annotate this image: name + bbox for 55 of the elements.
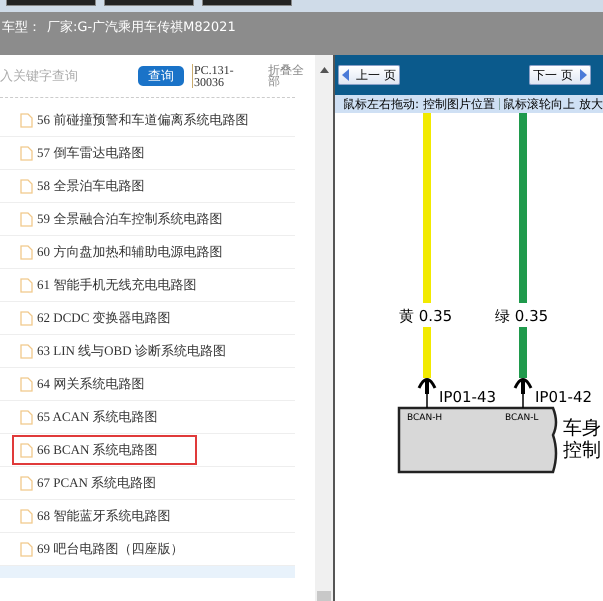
document-icon	[20, 410, 33, 424]
signal-label: BCAN-L	[505, 413, 538, 423]
scroll-up-icon[interactable]	[320, 67, 328, 73]
document-icon	[20, 178, 33, 194]
document-icon	[20, 376, 33, 392]
document-list-item[interactable]: 67 PCAN 系统电路图	[12, 468, 197, 498]
document-list-item[interactable]: 56 前碰撞预警和车道偏离系统电路图	[12, 105, 256, 135]
document-icon	[20, 542, 33, 556]
document-icon	[20, 112, 33, 128]
model-value: 厂家:G-广汽乘用车传祺M82021	[47, 19, 236, 37]
connector-pin-icon	[418, 378, 436, 408]
document-icon	[20, 278, 33, 292]
document-list-item[interactable]: 69 吧台电路图（四座版）	[12, 534, 197, 564]
top-button[interactable]	[202, 0, 292, 6]
wire-label: 黄 0.35	[399, 307, 452, 325]
document-list-item[interactable]: 57 倒车雷达电路图	[12, 138, 197, 168]
document-list-item[interactable]: 63 LIN 线与OBD 诊断系统电路图	[12, 336, 234, 366]
document-icon	[20, 508, 33, 524]
document-icon	[20, 244, 33, 260]
top-button[interactable]	[104, 0, 194, 6]
document-list-item[interactable]: 58 全景泊车电路图	[12, 171, 197, 201]
wire-label: 绿 0.35	[495, 307, 548, 325]
document-icon	[20, 344, 33, 358]
document-list-item[interactable]: 68 智能蓝牙系统电路图	[12, 501, 197, 531]
document-code: PC.131-30036	[192, 64, 238, 88]
model-label: 车型：	[2, 19, 41, 37]
left-arrow-icon	[342, 69, 350, 81]
hint-text: 鼠标滚轮向上 放大	[503, 96, 603, 112]
document-list-item[interactable]: 62 DCDC 变换器电路图	[12, 303, 197, 333]
document-list-item[interactable]: 64 网关系统电路图	[12, 369, 197, 399]
right-arrow-icon	[579, 69, 587, 81]
hint-text: 鼠标左右拖动: 控制图片位置	[343, 96, 495, 112]
document-list-item[interactable]: 59 全景融合泊车控制系统电路图	[12, 204, 230, 234]
module-label: 车身	[563, 417, 601, 439]
document-icon	[20, 212, 33, 226]
document-icon	[20, 476, 33, 490]
document-list-item[interactable]: 66 BCAN 系统电路图	[12, 435, 197, 465]
document-list-item[interactable]: 60 方向盘加热和辅助电源电路图	[12, 237, 230, 267]
pin-label: IP01-43	[439, 388, 496, 406]
module-label: 控制	[563, 439, 601, 461]
next-page-button[interactable]: 下一 页	[529, 65, 591, 85]
search-button[interactable]: 查询	[138, 66, 184, 86]
scrollbar[interactable]	[315, 55, 333, 601]
collapse-all-link[interactable]: 折叠全部	[268, 65, 308, 87]
document-list-item[interactable]: 65 ACAN 系统电路图	[12, 402, 197, 432]
scroll-thumb[interactable]	[317, 591, 331, 601]
top-button[interactable]	[6, 0, 96, 6]
connector-pin-icon	[514, 378, 532, 408]
document-icon	[20, 146, 33, 160]
document-icon	[20, 442, 33, 458]
document-icon	[20, 310, 33, 326]
previous-page-button[interactable]: 上一 页	[338, 65, 400, 85]
document-list-item[interactable]: 61 智能手机无线充电电路图	[12, 270, 204, 300]
signal-label: BCAN-H	[407, 413, 442, 423]
pin-label: IP01-42	[535, 388, 592, 406]
